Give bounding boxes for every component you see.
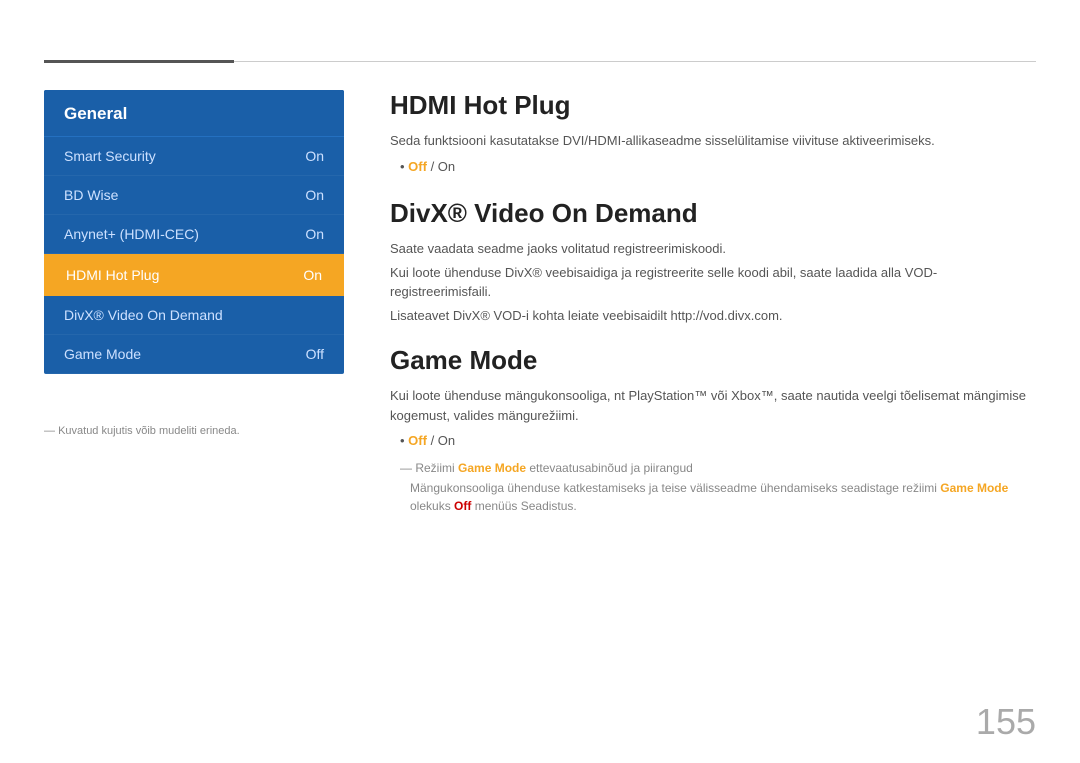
section-hdmi: HDMI Hot Plug Seda funktsiooni kasutatak… xyxy=(390,90,1036,176)
sidebar-item-value: Off xyxy=(306,346,324,362)
page-number: 155 xyxy=(976,701,1036,743)
sidebar-item-label: Anynet+ (HDMI-CEC) xyxy=(64,226,199,242)
sidebar-item-game-mode[interactable]: Game Mode Off xyxy=(44,335,344,374)
hdmi-on: On xyxy=(438,159,455,174)
sidebar-item-value: On xyxy=(305,148,324,164)
hdmi-desc: Seda funktsiooni kasutatakse DVI/HDMI-al… xyxy=(390,131,1036,151)
gamemode-bullet-item: Off / On xyxy=(400,431,1036,451)
sidebar-item-label: Game Mode xyxy=(64,346,141,362)
sidebar-item-value: On xyxy=(303,267,322,283)
divx-desc2: Kui loote ühenduse DivX® veebisaidiga ja… xyxy=(390,263,1036,302)
sidebar-item-label: DivX® Video On Demand xyxy=(64,307,223,323)
gamemode-desc: Kui loote ühenduse mängukonsooliga, nt P… xyxy=(390,386,1036,425)
sidebar-item-label: BD Wise xyxy=(64,187,118,203)
sidebar-item-label: HDMI Hot Plug xyxy=(66,267,159,283)
gamemode-note2-bold: Game Mode xyxy=(940,481,1008,495)
sidebar-item-value: On xyxy=(305,187,324,203)
divx-desc1: Saate vaadata seadme jaoks volitatud reg… xyxy=(390,239,1036,259)
sidebar-item-divx[interactable]: DivX® Video On Demand xyxy=(44,296,344,335)
gamemode-off: Off xyxy=(408,433,427,448)
sidebar-item-hdmi-hot-plug[interactable]: HDMI Hot Plug On xyxy=(44,254,344,296)
hdmi-off: Off xyxy=(408,159,427,174)
sidebar-item-smart-security[interactable]: Smart Security On xyxy=(44,137,344,176)
sidebar-note: Kuvatud kujutis võib mudeliti erineda. xyxy=(44,425,240,437)
gamemode-note2-suffix: menüüs Seadistus. xyxy=(471,499,576,513)
sidebar: General Smart Security On BD Wise On Any… xyxy=(44,90,344,374)
gamemode-note1: Režiimi Game Mode ettevaatusabinõud ja p… xyxy=(390,459,1036,477)
top-lines xyxy=(44,60,1036,63)
hdmi-bullets: Off / On xyxy=(390,157,1036,177)
sidebar-item-anynet[interactable]: Anynet+ (HDMI-CEC) On xyxy=(44,215,344,254)
section-divx: DivX® Video On Demand Saate vaadata sead… xyxy=(390,198,1036,325)
section-gamemode: Game Mode Kui loote ühenduse mängukonsoo… xyxy=(390,345,1036,515)
gamemode-note2-prefix: Mängukonsooliga ühenduse katkestamiseks … xyxy=(410,481,940,495)
gamemode-title: Game Mode xyxy=(390,345,1036,376)
gamemode-note2-value: Off xyxy=(454,499,471,513)
sidebar-item-bd-wise[interactable]: BD Wise On xyxy=(44,176,344,215)
sidebar-item-label: Smart Security xyxy=(64,148,156,164)
main-content: HDMI Hot Plug Seda funktsiooni kasutatak… xyxy=(390,90,1036,719)
gamemode-note2-middle: olekuks xyxy=(410,499,454,513)
top-line-accent xyxy=(44,60,234,63)
hdmi-bullet-item: Off / On xyxy=(400,157,1036,177)
hdmi-sep: / xyxy=(427,159,438,174)
gamemode-on: On xyxy=(438,433,455,448)
gamemode-note2: Mängukonsooliga ühenduse katkestamiseks … xyxy=(390,479,1036,515)
gamemode-note1-prefix: Režiimi xyxy=(415,461,458,475)
divx-desc3: Lisateavet DivX® VOD-i kohta leiate veeb… xyxy=(390,306,1036,326)
gamemode-note1-suffix: ettevaatusabinõud ja piirangud xyxy=(526,461,693,475)
hdmi-title: HDMI Hot Plug xyxy=(390,90,1036,121)
gamemode-bullets: Off / On xyxy=(390,431,1036,451)
divx-title: DivX® Video On Demand xyxy=(390,198,1036,229)
top-line-light xyxy=(234,61,1036,62)
gamemode-note1-bold: Game Mode xyxy=(458,461,526,475)
sidebar-item-value: On xyxy=(305,226,324,242)
gamemode-sep: / xyxy=(427,433,438,448)
sidebar-title: General xyxy=(44,90,344,137)
